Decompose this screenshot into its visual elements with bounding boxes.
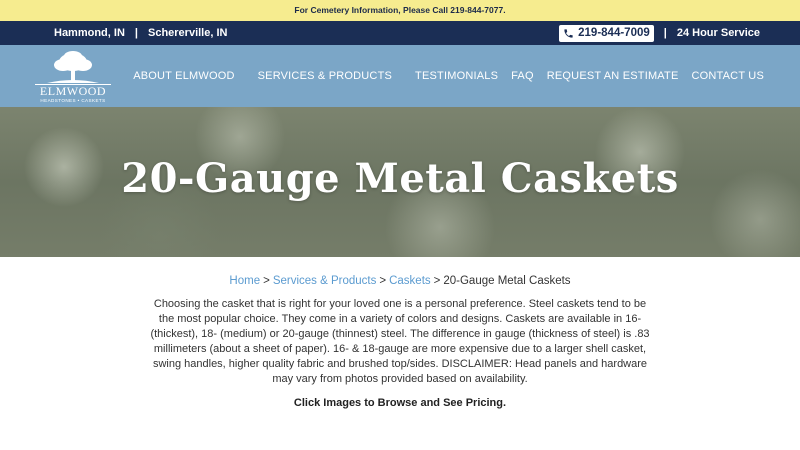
location-schererville: Schererville, IN	[147, 27, 228, 39]
breadcrumb-separator: >	[379, 275, 387, 287]
breadcrumb-separator: >	[433, 275, 441, 287]
breadcrumb-separator: >	[263, 275, 270, 287]
service-separator: |	[663, 27, 667, 39]
location-separator: |	[134, 27, 138, 39]
breadcrumb: Home > Services & Products > Caskets >20-Gaug…	[150, 275, 650, 287]
nav-contact-us[interactable]: CONTACT US	[692, 70, 765, 82]
logo-name: ELMWOOD	[35, 84, 111, 97]
main-navbar: ELMWOOD HEADSTONES • CASKETS ABOUT ELMWO…	[0, 45, 800, 107]
contact-info: 219-844-7009 | 24 Hour Service	[559, 24, 760, 42]
announcement-bar: For Cemetery Information, Please Call 21…	[0, 0, 800, 21]
primary-nav: ABOUT ELMWOOD SERVICES & PRODUCTS TESTIM…	[133, 70, 764, 82]
phone-icon	[564, 28, 573, 38]
logo-tagline: HEADSTONES • CASKETS	[40, 98, 106, 103]
elmwood-logo[interactable]: ELMWOOD HEADSTONES • CASKETS	[34, 47, 112, 105]
breadcrumb-caskets[interactable]: Caskets	[389, 275, 431, 287]
top-bar: Hammond, IN | Schererville, IN 219-844-7…	[0, 21, 800, 45]
casket-description: Choosing the casket that is right for yo…	[150, 298, 650, 385]
phone-button[interactable]: 219-844-7009	[559, 24, 654, 42]
location-hammond: Hammond, IN	[54, 27, 125, 39]
nav-request-estimate[interactable]: REQUEST AN ESTIMATE	[547, 70, 679, 82]
breadcrumb-current: 20-Gauge Metal Caskets	[443, 275, 571, 287]
nav-testimonials[interactable]: TESTIMONIALS	[415, 70, 498, 82]
hero-banner: 20-Gauge Metal Caskets	[0, 107, 800, 257]
phone-number: 219-844-7009	[578, 27, 650, 39]
browse-instruction: Click Images to Browse and See Pricing.	[293, 397, 507, 409]
announcement-text: For Cemetery Information, Please Call 21…	[294, 5, 506, 15]
page-title: 20-Gauge Metal Caskets	[121, 155, 679, 202]
nav-services-products[interactable]: SERVICES & PRODUCTS	[258, 70, 392, 82]
locations: Hammond, IN | Schererville, IN	[54, 27, 227, 39]
breadcrumb-services[interactable]: Services & Products	[273, 275, 377, 287]
main-content: Home > Services & Products > Caskets >20-Gaug…	[0, 257, 800, 409]
nav-about-elmwood[interactable]: ABOUT ELMWOOD	[133, 70, 234, 82]
nav-faq[interactable]: FAQ	[511, 70, 534, 82]
breadcrumb-home[interactable]: Home	[229, 275, 260, 287]
tree-icon	[47, 51, 99, 83]
service-text: 24 Hour Service	[676, 27, 760, 39]
